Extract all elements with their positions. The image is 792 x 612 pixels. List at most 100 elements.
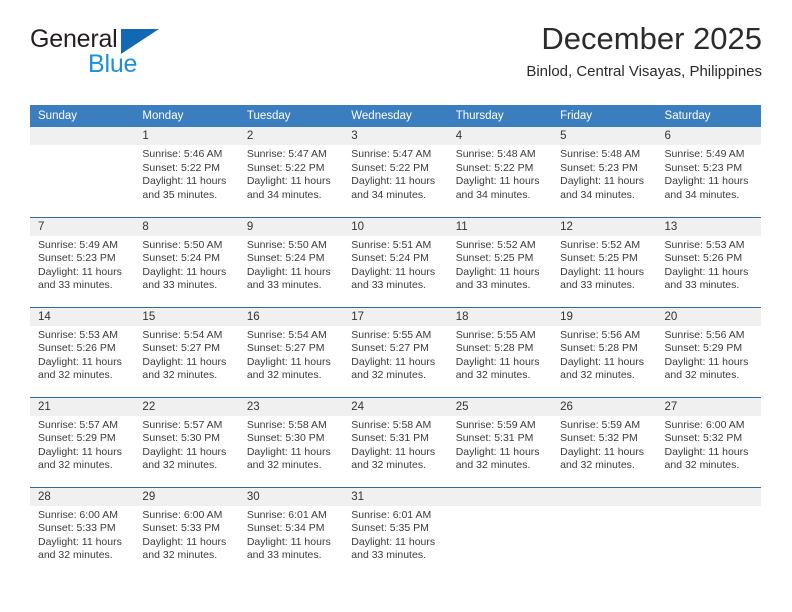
calendar-day-cell[interactable]: 15 Sunrise: 5:54 AM Sunset: 5:27 PM Dayligh…	[134, 306, 239, 397]
title-block: December 2025 Binlod, Central Visayas, P…	[282, 20, 762, 81]
day-details: Sunrise: 6:01 AM Sunset: 5:34 PM Daylight:…	[239, 506, 343, 563]
calendar-day-cell[interactable]: 7 Sunrise: 5:49 AM Sunset: 5:23 PM Daylight…	[30, 216, 135, 307]
day-details: Sunrise: 5:47 AM Sunset: 5:22 PM Daylight:…	[239, 145, 343, 202]
day-details: Sunrise: 6:01 AM Sunset: 5:35 PM Daylight:…	[343, 506, 447, 563]
calendar-day-cell[interactable]: 24 Sunrise: 5:58 AM Sunset: 5:31 PM Dayligh…	[343, 396, 448, 487]
day-details: Sunrise: 5:55 AM Sunset: 5:27 PM Daylight:…	[343, 326, 447, 383]
daylight-duration-line2: and 34 minutes.	[664, 188, 740, 201]
daylight-duration-line2: and 35 minutes.	[142, 188, 218, 201]
page-title: December 2025	[541, 21, 762, 56]
sunrise-time: Sunrise: 5:52 AM	[455, 238, 536, 251]
weekday-header-sunday: Sunday	[30, 105, 135, 127]
sunrise-time: Sunrise: 6:00 AM	[664, 418, 745, 431]
sunset-time: Sunset: 5:23 PM	[664, 161, 743, 174]
calendar-week-row: 7 Sunrise: 5:49 AM Sunset: 5:23 PM Daylight…	[30, 216, 761, 307]
calendar-day-cell[interactable]: 19 Sunrise: 5:56 AM Sunset: 5:28 PM Dayligh…	[552, 306, 657, 397]
daylight-duration-line2: and 33 minutes.	[38, 279, 113, 292]
sunset-time: Sunset: 5:24 PM	[246, 252, 325, 265]
calendar-day-cell[interactable]: 17 Sunrise: 5:55 AM Sunset: 5:27 PM Dayligh…	[343, 306, 448, 397]
calendar-day-cell[interactable]: 3 Sunrise: 5:47 AM Sunset: 5:22 PM Daylight…	[343, 127, 448, 217]
calendar-day-cell[interactable]: 13 Sunrise: 5:53 AM Sunset: 5:26 PM Dayligh…	[656, 216, 761, 307]
daylight-duration-line2: and 32 minutes.	[664, 369, 740, 382]
day-number: 3	[343, 127, 448, 145]
daylight-duration-line2: and 33 minutes.	[351, 279, 426, 292]
daylight-duration-line2: and 33 minutes.	[351, 549, 426, 562]
day-number: 13	[656, 217, 761, 236]
daylight-duration-line1: Daylight: 11 hours	[246, 445, 331, 458]
day-number: 2	[238, 127, 344, 145]
calendar-day-cell[interactable]: 2 Sunrise: 5:47 AM Sunset: 5:22 PM Daylight…	[238, 127, 344, 217]
calendar-day-cell[interactable]: 22 Sunrise: 5:57 AM Sunset: 5:30 PM Dayligh…	[134, 396, 239, 487]
sunset-time: Sunset: 5:23 PM	[38, 252, 116, 265]
calendar-day-cell[interactable]: 18 Sunrise: 5:55 AM Sunset: 5:28 PM Dayligh…	[447, 306, 553, 397]
weekday-header-thursday: Thursday	[447, 105, 553, 127]
day-details: Sunrise: 5:53 AM Sunset: 5:26 PM Daylight:…	[657, 236, 761, 293]
day-number: 18	[447, 307, 553, 326]
calendar-day-cell[interactable]: 20 Sunrise: 5:56 AM Sunset: 5:29 PM Dayligh…	[656, 306, 761, 397]
day-details: Sunrise: 5:55 AM Sunset: 5:28 PM Daylight:…	[448, 326, 552, 383]
calendar-day-cell[interactable]: 11 Sunrise: 5:52 AM Sunset: 5:25 PM Dayligh…	[447, 216, 553, 307]
calendar-day-cell[interactable]: 23 Sunrise: 5:58 AM Sunset: 5:30 PM Dayligh…	[238, 396, 344, 487]
calendar-day-cell[interactable]: 9 Sunrise: 5:50 AM Sunset: 5:24 PM Daylight…	[238, 216, 344, 307]
day-details: Sunrise: 5:47 AM Sunset: 5:22 PM Daylight:…	[343, 145, 447, 202]
calendar-header-row: Sunday Monday Tuesday Wednesday Thursday…	[30, 105, 761, 127]
calendar-day-cell[interactable]: 6 Sunrise: 5:49 AM Sunset: 5:23 PM Daylight…	[656, 127, 761, 217]
calendar-day-cell[interactable]: 21 Sunrise: 5:57 AM Sunset: 5:29 PM Dayligh…	[30, 396, 135, 487]
calendar-day-cell[interactable]: 27 Sunrise: 6:00 AM Sunset: 5:32 PM Dayligh…	[656, 396, 761, 487]
sunset-time: Sunset: 5:24 PM	[142, 252, 221, 265]
sunset-time: Sunset: 5:27 PM	[142, 342, 221, 355]
daylight-duration-line1: Daylight: 11 hours	[664, 265, 749, 278]
general-blue-logo[interactable]: General Blue	[30, 26, 280, 86]
calendar-day-cell[interactable]: 14 Sunrise: 5:53 AM Sunset: 5:26 PM Dayligh…	[30, 306, 135, 397]
calendar-day-cell[interactable]: 8 Sunrise: 5:50 AM Sunset: 5:24 PM Daylight…	[134, 216, 239, 307]
sunrise-time: Sunrise: 5:59 AM	[455, 418, 536, 431]
daylight-duration-line2: and 32 minutes.	[38, 459, 113, 472]
day-details: Sunrise: 5:50 AM Sunset: 5:24 PM Daylight:…	[239, 236, 343, 293]
day-details: Sunrise: 5:48 AM Sunset: 5:22 PM Daylight:…	[448, 145, 552, 202]
sunrise-time: Sunrise: 5:48 AM	[560, 148, 641, 160]
day-details: Sunrise: 5:49 AM Sunset: 5:23 PM Daylight:…	[657, 145, 761, 202]
day-number: 6	[656, 127, 761, 145]
daylight-duration-line1: Daylight: 11 hours	[142, 535, 227, 548]
calendar-day-cell[interactable]: 16 Sunrise: 5:54 AM Sunset: 5:27 PM Dayligh…	[238, 306, 344, 397]
sunrise-time: Sunrise: 6:01 AM	[246, 508, 327, 521]
sunset-time: Sunset: 5:33 PM	[38, 522, 116, 535]
daylight-duration-line2: and 32 minutes.	[351, 369, 426, 382]
calendar-day-cell-empty	[552, 486, 657, 577]
sunrise-time: Sunrise: 5:55 AM	[351, 328, 432, 341]
sunrise-time: Sunrise: 5:59 AM	[560, 418, 641, 431]
calendar-day-cell[interactable]: 26 Sunrise: 5:59 AM Sunset: 5:32 PM Dayligh…	[552, 396, 657, 487]
day-number	[30, 127, 135, 145]
daylight-duration-line1: Daylight: 11 hours	[38, 535, 122, 548]
calendar-day-cell[interactable]: 5 Sunrise: 5:48 AM Sunset: 5:23 PM Daylight…	[552, 127, 657, 217]
daylight-duration-line1: Daylight: 11 hours	[664, 445, 749, 458]
daylight-duration-line2: and 34 minutes.	[246, 188, 322, 201]
sunrise-time: Sunrise: 5:58 AM	[351, 418, 432, 431]
calendar-day-cell[interactable]: 10 Sunrise: 5:51 AM Sunset: 5:24 PM Dayligh…	[343, 216, 448, 307]
daylight-duration-line2: and 32 minutes.	[38, 369, 113, 382]
calendar-day-cell[interactable]: 29 Sunrise: 6:00 AM Sunset: 5:33 PM Dayligh…	[134, 486, 239, 577]
calendar-day-cell[interactable]: 31 Sunrise: 6:01 AM Sunset: 5:35 PM Dayligh…	[343, 486, 448, 577]
sunrise-time: Sunrise: 5:56 AM	[560, 328, 641, 341]
daylight-duration-line2: and 34 minutes.	[351, 188, 426, 201]
sunset-time: Sunset: 5:35 PM	[351, 522, 429, 535]
calendar-day-cell[interactable]: 12 Sunrise: 5:52 AM Sunset: 5:25 PM Dayligh…	[552, 216, 657, 307]
calendar-day-cell[interactable]: 25 Sunrise: 5:59 AM Sunset: 5:31 PM Dayligh…	[447, 396, 553, 487]
sunrise-time: Sunrise: 5:46 AM	[142, 148, 223, 160]
day-details: Sunrise: 5:57 AM Sunset: 5:30 PM Daylight:…	[134, 416, 238, 473]
calendar-day-cell[interactable]: 30 Sunrise: 6:01 AM Sunset: 5:34 PM Dayligh…	[238, 486, 344, 577]
sunset-time: Sunset: 5:22 PM	[246, 161, 325, 174]
daylight-duration-line1: Daylight: 11 hours	[246, 265, 331, 278]
daylight-duration-line1: Daylight: 11 hours	[351, 175, 436, 188]
calendar-day-cell[interactable]: 28 Sunrise: 6:00 AM Sunset: 5:33 PM Dayligh…	[30, 486, 135, 577]
sunset-time: Sunset: 5:30 PM	[246, 432, 325, 445]
calendar-day-cell[interactable]: 4 Sunrise: 5:48 AM Sunset: 5:22 PM Daylight…	[447, 127, 553, 217]
day-number: 19	[552, 307, 657, 326]
day-number: 29	[134, 487, 239, 506]
calendar-week-row: 1 Sunrise: 5:46 AM Sunset: 5:22 PM Daylight…	[30, 127, 761, 217]
day-number: 21	[30, 397, 135, 416]
weekday-header-tuesday: Tuesday	[238, 105, 344, 127]
day-number: 5	[552, 127, 657, 145]
day-number: 20	[656, 307, 761, 326]
calendar-day-cell[interactable]: 1 Sunrise: 5:46 AM Sunset: 5:22 PM Daylight…	[134, 127, 239, 217]
